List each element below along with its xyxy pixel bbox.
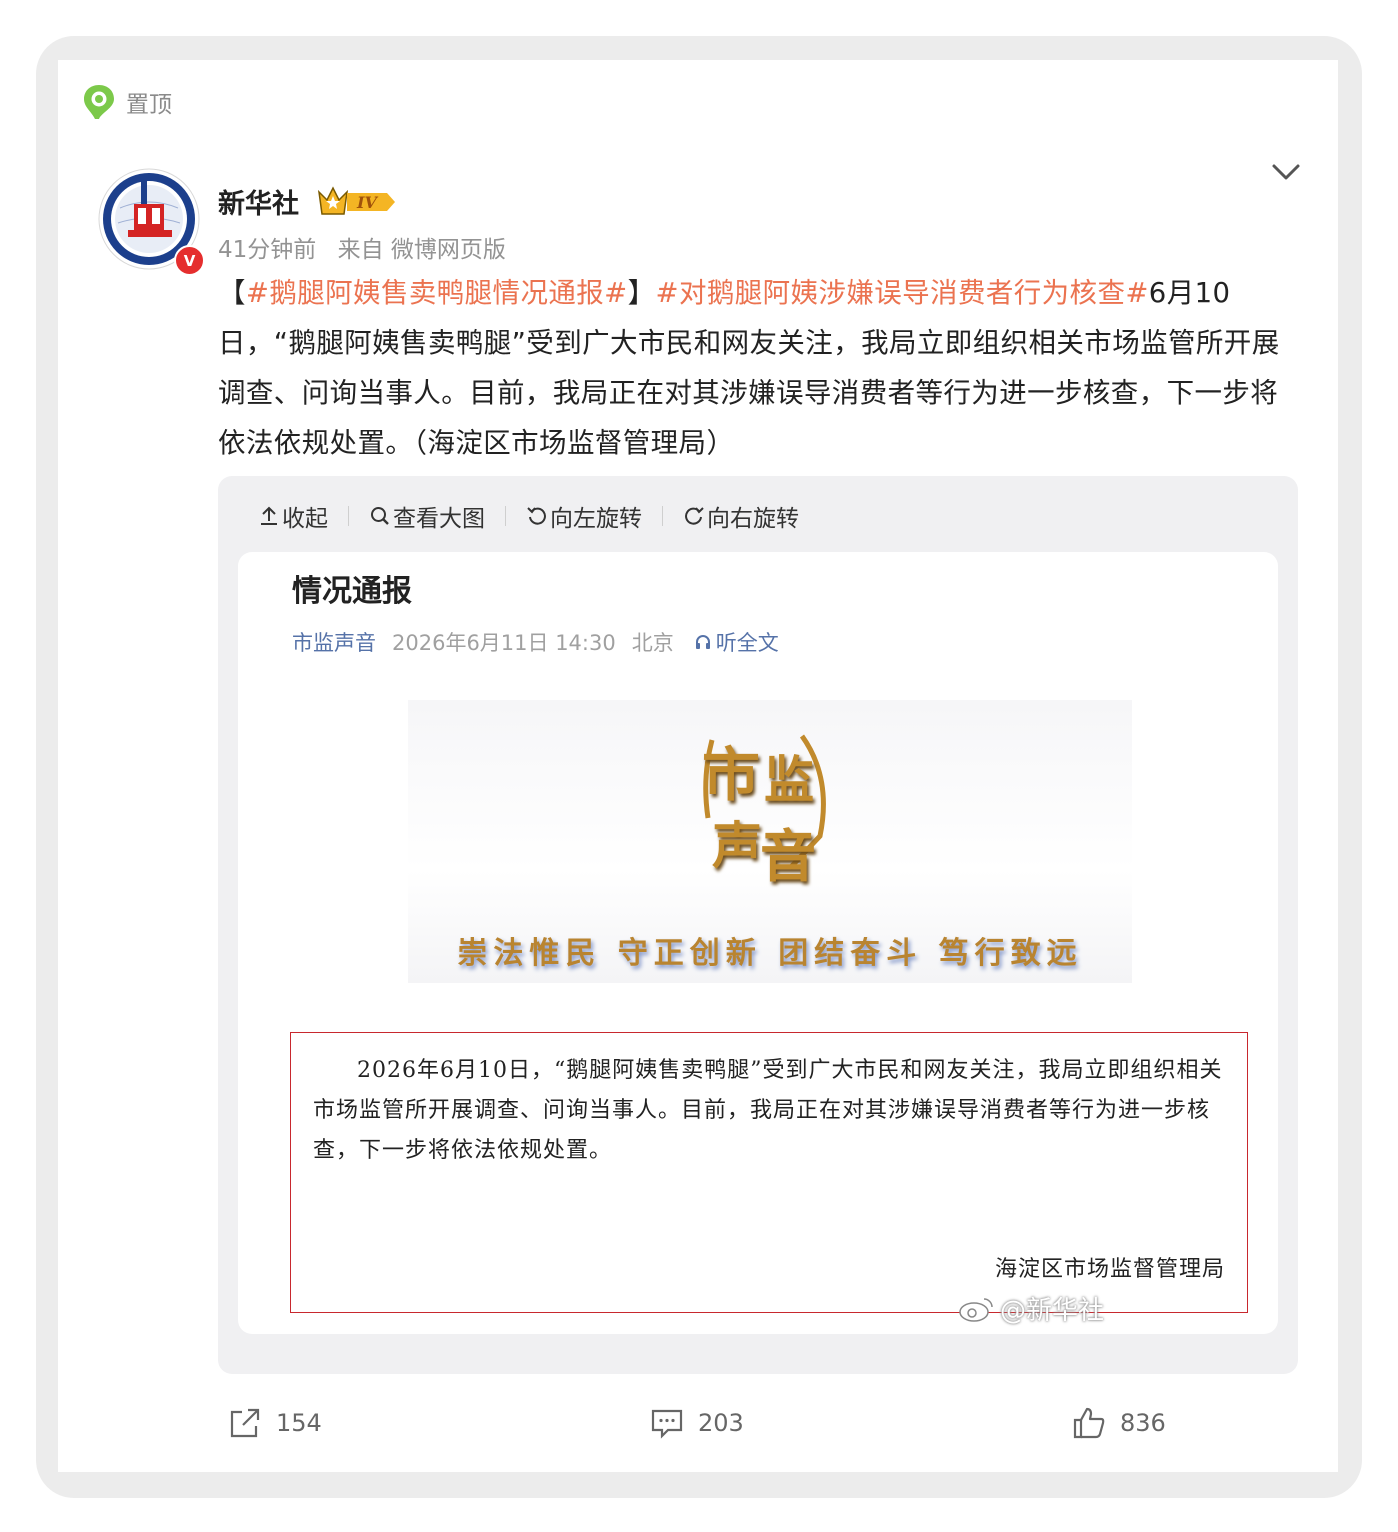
level-crown-icon[interactable]: IV [317, 184, 397, 220]
toolbar-divider [662, 506, 663, 526]
toolbar-divider [348, 506, 349, 526]
hashtag-link-2[interactable]: #对鹅腿阿姨涉嫌误导消费者行为核查# [656, 277, 1149, 309]
rotate-right-label: 向右旋转 [707, 506, 799, 532]
doc-source: 市监声音 [292, 631, 376, 655]
notice-box: 2026年6月10日，“鹅腿阿姨售卖鸭腿”受到广大市民和网友关注，我局立即组织相… [290, 1032, 1248, 1313]
banner-slogan: 崇法惟民 守正创新 团结奋斗 笃行致远 [457, 936, 1083, 971]
image-toolbar: 收起 查看大图 向左旋转 向右旋转 [258, 496, 799, 536]
bracket-close: 】 [627, 277, 656, 309]
like-count: 836 [1120, 1409, 1166, 1437]
rotate-left-icon [527, 507, 546, 525]
image-watermark: @新华社 [958, 1290, 1104, 1327]
doc-listen-label: 听全文 [715, 631, 779, 655]
svg-text:IV: IV [356, 193, 378, 212]
logo-char: 声 [712, 816, 762, 875]
doc-title: 情况通报 [292, 574, 412, 609]
notice-body: 2026年6月10日，“鹅腿阿姨售卖鸭腿”受到广大市民和网友关注，我局立即组织相… [313, 1058, 1223, 1163]
weibo-post-card: 置顶 V 新华社 IV 41分钟前 来自 微博网页版 【#鹅腿阿姨售卖鸭腿情况通… [58, 60, 1338, 1472]
doc-banner: 市 监 声 音 崇法惟民 守正创新 团结奋斗 笃行致远 [408, 700, 1132, 983]
post-text: 【#鹅腿阿姨售卖鸭腿情况通报#】#对鹅腿阿姨涉嫌误导消费者行为核查#6月10日，… [218, 268, 1303, 468]
repost-count: 154 [276, 1409, 322, 1437]
chevron-down-icon[interactable] [1270, 160, 1302, 184]
share-icon [230, 1408, 260, 1438]
rotate-left-button[interactable]: 向左旋转 [526, 499, 642, 533]
rotate-right-icon [685, 507, 704, 525]
comment-button[interactable]: 203 [650, 1406, 744, 1440]
doc-location: 北京 [631, 631, 674, 655]
collapse-label: 收起 [282, 506, 328, 532]
user-name-row: 新华社 IV [218, 182, 397, 221]
like-icon [1073, 1407, 1105, 1439]
notice-signature: 海淀区市场监督管理局 [994, 1257, 1225, 1282]
repost-button[interactable]: 154 [228, 1406, 322, 1440]
collapse-button[interactable]: 收起 [258, 499, 328, 533]
rotate-right-button[interactable]: 向右旋转 [683, 499, 799, 533]
zoom-icon [371, 507, 389, 525]
logo-char: 市 [702, 741, 761, 809]
weibo-logo-icon [959, 1297, 993, 1322]
bracket-open: 【 [218, 277, 246, 309]
post-source: 来自 微博网页版 [337, 237, 506, 263]
comment-icon [651, 1409, 683, 1439]
comment-count: 203 [698, 1409, 744, 1437]
banner-logo: 市 监 声 音 [694, 718, 846, 890]
image-viewer: 收起 查看大图 向左旋转 向右旋转 情况通报 市监声音 2026年6月11日 1… [218, 476, 1298, 1374]
doc-listen: 听全文 [694, 627, 779, 657]
user-avatar[interactable]: V [98, 168, 205, 276]
post-time[interactable]: 41分钟前 [218, 237, 316, 263]
like-button[interactable]: 836 [1072, 1406, 1166, 1440]
doc-datetime: 2026年6月11日 14:30 [392, 631, 616, 655]
verified-badge: V [174, 245, 205, 276]
headphone-icon [695, 635, 710, 649]
logo-char: 监 [764, 750, 814, 809]
doc-meta: 市监声音 2026年6月11日 14:30 北京 听全文 [292, 627, 779, 657]
posted-image[interactable]: 情况通报 市监声音 2026年6月11日 14:30 北京 听全文 市 监 声 … [238, 552, 1278, 1334]
post-meta: 41分钟前 来自 微博网页版 [218, 230, 520, 264]
view-large-button[interactable]: 查看大图 [369, 499, 485, 533]
rotate-left-label: 向左旋转 [550, 506, 642, 532]
user-name[interactable]: 新华社 [218, 182, 299, 221]
action-bar: 154 203 836 [58, 1406, 1338, 1462]
logo-char: 音 [760, 824, 816, 890]
toolbar-divider [505, 506, 506, 526]
pin-icon [84, 85, 114, 119]
pinned-label: 置顶 [126, 92, 172, 118]
watermark-text: @新华社 [1000, 1296, 1105, 1326]
hashtag-link-1[interactable]: #鹅腿阿姨售卖鸭腿情况通报# [246, 277, 628, 309]
view-large-label: 查看大图 [393, 506, 485, 532]
collapse-icon [261, 506, 277, 525]
pinned-indicator: 置顶 [82, 82, 172, 122]
